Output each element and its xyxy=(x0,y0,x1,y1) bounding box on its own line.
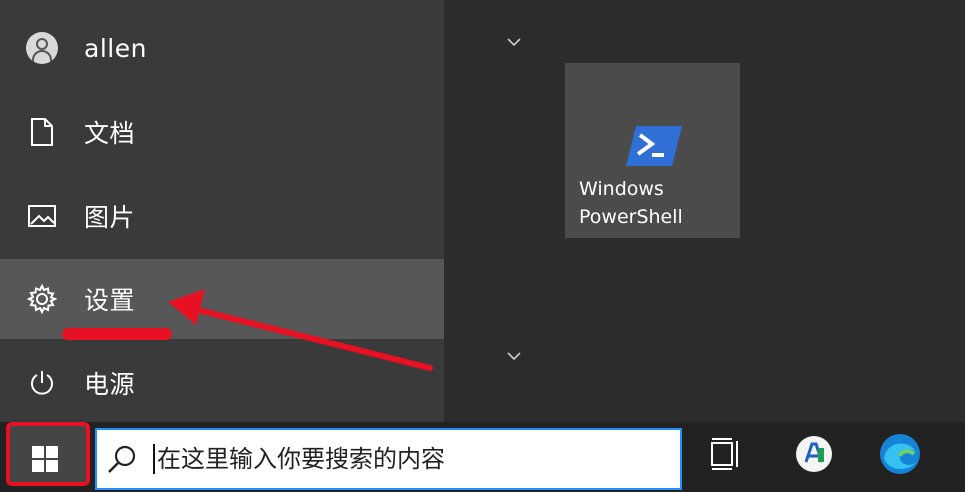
windows-logo-icon xyxy=(32,446,58,472)
edge-button[interactable] xyxy=(878,432,922,476)
start-button[interactable] xyxy=(6,422,90,486)
edge-icon xyxy=(880,434,920,474)
task-view-icon xyxy=(711,438,738,470)
search-icon xyxy=(108,445,136,473)
search-box[interactable]: 在这里输入你要搜索的内容 xyxy=(95,428,682,490)
red-arrow-annotation xyxy=(168,289,433,371)
ai-app-button[interactable] xyxy=(792,432,836,476)
ai-app-icon xyxy=(796,436,832,472)
search-input[interactable]: 在这里输入你要搜索的内容 xyxy=(153,444,445,474)
task-view-button[interactable] xyxy=(704,432,748,476)
taskbar: 在这里输入你要搜索的内容 xyxy=(0,422,965,492)
